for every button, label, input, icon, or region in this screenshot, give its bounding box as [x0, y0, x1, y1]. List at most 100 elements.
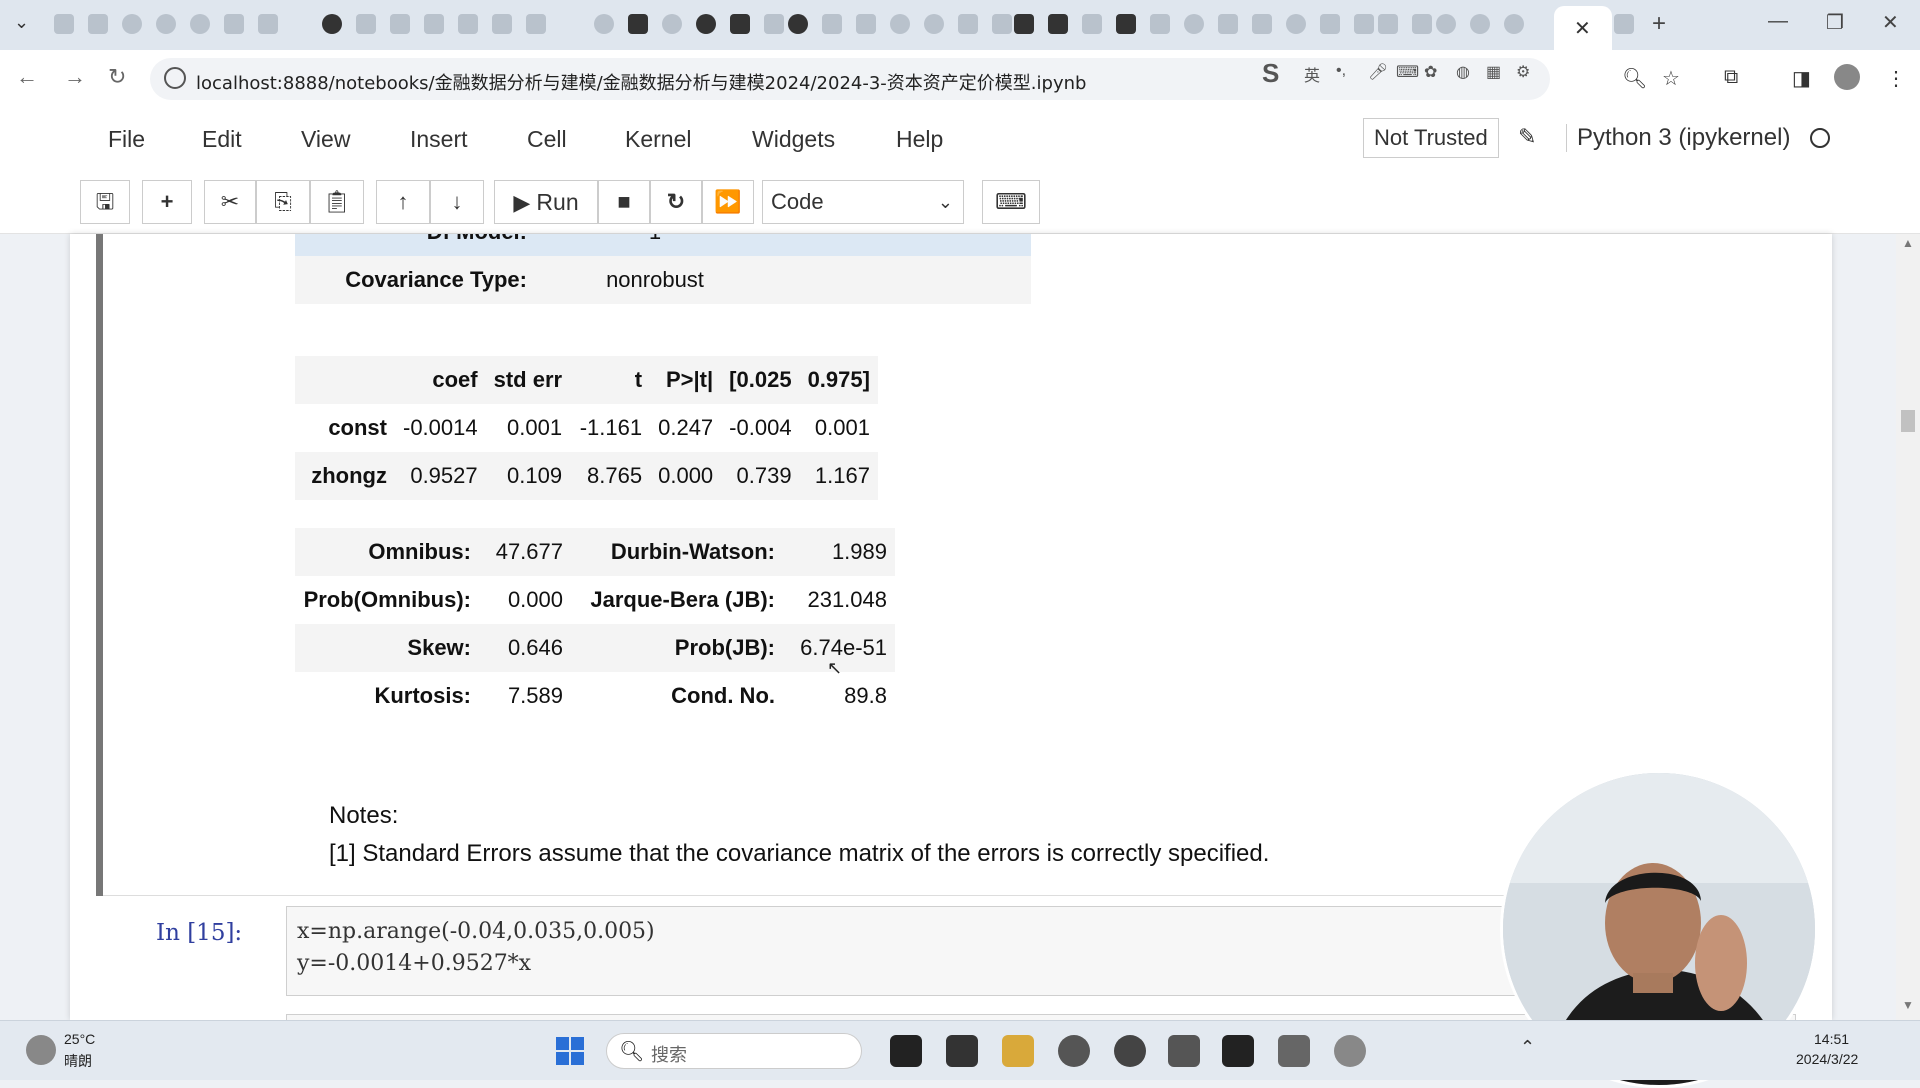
ime-settings-icon[interactable]: ⚙ — [1516, 62, 1530, 82]
menu-insert[interactable]: Insert — [410, 126, 468, 153]
active-tab[interactable]: ✕ — [1554, 6, 1612, 50]
terminal-app-icon[interactable] — [1222, 1035, 1254, 1067]
clock-time[interactable]: 14:51 — [1814, 1031, 1849, 1047]
weather-temperature[interactable]: 25°C — [64, 1031, 95, 1047]
tab-favicon-icon[interactable] — [1354, 14, 1374, 34]
weather-icon[interactable] — [26, 1035, 56, 1065]
ime-logo-icon[interactable]: S — [1262, 58, 1279, 89]
terminal-app-icon[interactable] — [946, 1035, 978, 1067]
extensions-icon[interactable]: ⧉ — [1724, 66, 1738, 89]
tab-favicon-icon[interactable] — [1504, 14, 1524, 34]
menu-help[interactable]: Help — [896, 126, 943, 153]
taskbar-app-icon[interactable] — [1114, 1035, 1146, 1067]
bookmark-star-icon[interactable]: ☆ — [1662, 66, 1680, 91]
restart-run-all-button[interactable]: ⏩ — [702, 180, 754, 224]
tab-favicon-icon[interactable] — [1082, 14, 1102, 34]
site-info-icon[interactable] — [164, 67, 186, 89]
page-scrollbar[interactable]: ▲ ▼ — [1896, 234, 1920, 1020]
tab-favicon-icon[interactable] — [54, 14, 74, 34]
tab-favicon-icon[interactable] — [1150, 14, 1170, 34]
tab-favicon-icon[interactable] — [730, 14, 750, 34]
url-text[interactable]: localhost:8888/notebooks/金融数据分析与建模/金融数据分… — [196, 69, 1086, 95]
tab-favicon-icon[interactable] — [424, 14, 444, 34]
clock-date[interactable]: 2024/3/22 — [1796, 1051, 1858, 1067]
taskbar-app-icon[interactable] — [890, 1035, 922, 1067]
tab-favicon-icon[interactable] — [1048, 14, 1068, 34]
tab-favicon-icon[interactable] — [628, 14, 648, 34]
minimize-icon[interactable]: — — [1768, 10, 1788, 33]
ime-microphone-icon[interactable]: 🎤︎ — [1368, 62, 1388, 82]
back-icon[interactable]: ← — [16, 64, 38, 90]
code-line[interactable]: y=-0.0014+0.9527*x — [297, 951, 531, 976]
tab-favicon-icon[interactable] — [890, 14, 910, 34]
ime-game-icon[interactable]: ◍ — [1456, 62, 1470, 82]
tab-favicon-icon[interactable] — [856, 14, 876, 34]
tab-favicon-icon[interactable] — [156, 14, 176, 34]
tab-favicon-icon[interactable] — [1252, 14, 1272, 34]
browser-menu-icon[interactable]: ⋮ — [1886, 66, 1906, 91]
tab-favicon-icon[interactable] — [1286, 14, 1306, 34]
menu-file[interactable]: File — [108, 126, 145, 153]
ime-keyboard-icon[interactable]: ⌨ — [1396, 62, 1419, 82]
github-icon[interactable] — [322, 14, 342, 34]
maximize-icon[interactable]: ❐ — [1826, 10, 1844, 35]
tab-favicon-icon[interactable] — [258, 14, 278, 34]
browser-app-icon[interactable] — [1058, 1035, 1090, 1067]
menu-kernel[interactable]: Kernel — [625, 126, 691, 153]
tab-favicon-icon[interactable] — [1184, 14, 1204, 34]
ime-punctuation-icon[interactable]: •, — [1336, 62, 1346, 80]
taskbar-app-icon[interactable] — [1334, 1035, 1366, 1067]
not-trusted-button[interactable]: Not Trusted — [1363, 118, 1499, 158]
forward-icon[interactable]: → — [64, 64, 86, 90]
move-up-button[interactable]: ↑ — [376, 180, 430, 224]
taskbar-app-icon[interactable] — [1168, 1035, 1200, 1067]
tab-favicon-icon[interactable] — [1412, 14, 1432, 34]
sidebar-icon[interactable]: ◨ — [1792, 66, 1811, 91]
tab-favicon-icon[interactable] — [992, 14, 1012, 34]
menu-view[interactable]: View — [301, 126, 350, 153]
cell-type-select[interactable]: Code ⌄ — [762, 180, 964, 224]
interrupt-kernel-button[interactable]: ■ — [598, 180, 650, 224]
reload-icon[interactable]: ↻ — [108, 64, 126, 90]
tab-favicon-icon[interactable] — [122, 14, 142, 34]
copy-button[interactable]: ⎘ — [256, 180, 310, 224]
tab-favicon-icon[interactable] — [1218, 14, 1238, 34]
insert-cell-button[interactable]: + — [142, 180, 192, 224]
tab-favicon-icon[interactable] — [492, 14, 512, 34]
tab-favicon-icon[interactable] — [1436, 14, 1456, 34]
tab-favicon-icon[interactable] — [526, 14, 546, 34]
cut-button[interactable]: ✂ — [204, 180, 256, 224]
new-tab-icon[interactable]: + — [1652, 10, 1666, 38]
tab-favicon-icon[interactable] — [390, 14, 410, 34]
ime-language-label[interactable]: 英 — [1304, 62, 1320, 86]
tab-favicon-icon[interactable] — [190, 14, 210, 34]
scroll-down-icon[interactable]: ▼ — [1902, 998, 1914, 1012]
edit-notebook-metadata-icon[interactable]: ✎ — [1518, 124, 1536, 150]
menu-edit[interactable]: Edit — [202, 126, 242, 153]
tab-favicon-icon[interactable] — [1470, 14, 1490, 34]
close-window-icon[interactable]: ✕ — [1882, 10, 1899, 35]
tab-favicon-icon[interactable] — [662, 14, 682, 34]
save-button[interactable]: 🖫 — [80, 180, 130, 224]
scroll-thumb[interactable] — [1901, 410, 1915, 432]
move-down-button[interactable]: ↓ — [430, 180, 484, 224]
file-explorer-icon[interactable] — [1002, 1035, 1034, 1067]
tab-favicon-icon[interactable] — [458, 14, 478, 34]
tab-favicon-icon[interactable] — [822, 14, 842, 34]
code-line[interactable]: x=np.arange(-0.04,0.035,0.005) — [297, 919, 655, 944]
run-button[interactable]: ▶ Run — [494, 180, 598, 224]
tab-favicon-icon[interactable] — [356, 14, 376, 34]
close-tab-icon[interactable]: ✕ — [1574, 16, 1591, 41]
menu-widgets[interactable]: Widgets — [752, 126, 835, 153]
tab-list-icon[interactable]: ⌄ — [14, 12, 29, 33]
tab-favicon-icon[interactable] — [594, 14, 614, 34]
tab-favicon-icon[interactable] — [1116, 14, 1136, 34]
ime-skin-icon[interactable]: ✿ — [1424, 62, 1437, 82]
tab-favicon-icon[interactable] — [88, 14, 108, 34]
show-hidden-icons[interactable]: ⌃ — [1520, 1037, 1535, 1058]
taskbar-search[interactable]: 🔍︎ 搜索 — [606, 1033, 862, 1069]
github-icon[interactable] — [696, 14, 716, 34]
restart-kernel-button[interactable]: ↻ — [650, 180, 702, 224]
zoom-icon[interactable]: 🔍︎ — [1622, 66, 1647, 91]
scroll-up-icon[interactable]: ▲ — [1902, 236, 1914, 250]
